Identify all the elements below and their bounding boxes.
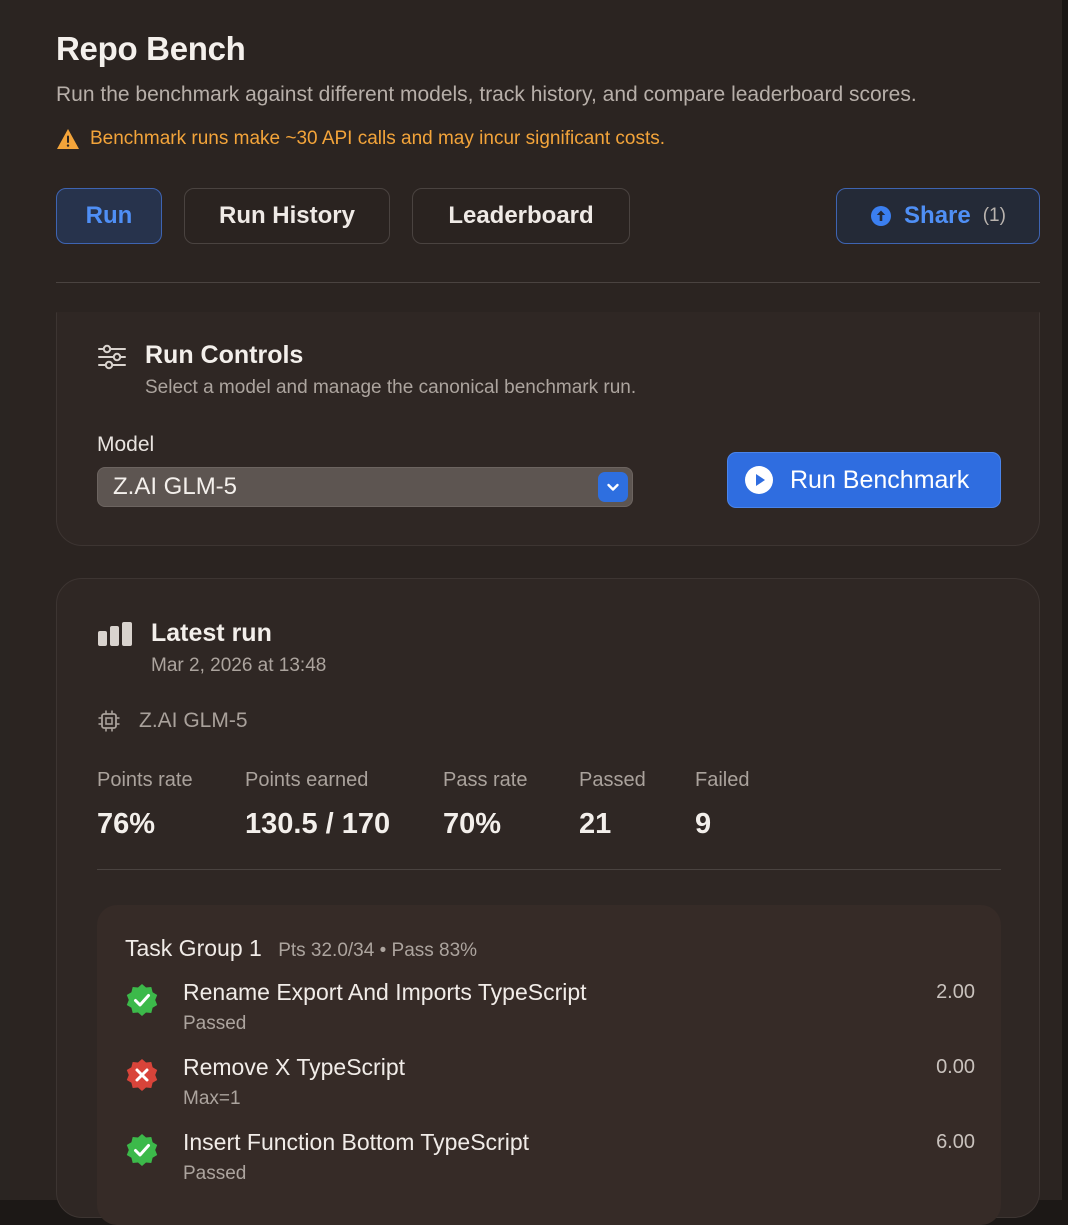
stat-passed: Passed 21 xyxy=(579,769,646,841)
page-subtitle: Run the benchmark against different mode… xyxy=(56,83,917,106)
run-controls-title: Run Controls xyxy=(145,341,304,369)
task-row[interactable]: Remove X TypeScript Max=1 0.00 xyxy=(125,1054,975,1124)
stat-label: Pass rate xyxy=(443,769,528,791)
arrow-up-circle-icon xyxy=(871,206,892,226)
run-benchmark-button[interactable]: Run Benchmark xyxy=(727,452,1001,508)
stat-failed: Failed 9 xyxy=(695,769,749,841)
task-name: Rename Export And Imports TypeScript xyxy=(183,979,587,1005)
tab-run[interactable]: Run xyxy=(56,188,162,244)
task-status: Max=1 xyxy=(183,1088,241,1109)
check-badge-icon xyxy=(126,1134,158,1166)
stat-pass-rate: Pass rate 70% xyxy=(443,769,527,841)
task-name: Remove X TypeScript xyxy=(183,1054,406,1080)
model-select-value: Z.AI GLM-5 xyxy=(113,473,238,500)
share-count: (1) xyxy=(982,205,1006,226)
task-score: 0.00 xyxy=(936,1056,975,1078)
stat-points-rate: Points rate 76% xyxy=(97,769,193,841)
task-group-card: Task Group 1 Pts 32.0/34 • Pass 83% Rena… xyxy=(97,905,1001,1225)
stat-label: Passed xyxy=(579,769,646,791)
page-title: Repo Bench xyxy=(56,30,246,67)
task-status: Passed xyxy=(183,1013,247,1034)
task-score: 2.00 xyxy=(936,981,975,1003)
task-row[interactable]: Insert Function Bottom TypeScript Passed… xyxy=(125,1129,975,1199)
latest-run-model-name: Z.AI GLM-5 xyxy=(139,709,248,732)
cost-warning: Benchmark runs make ~30 API calls and ma… xyxy=(56,128,665,150)
warning-text: Benchmark runs make ~30 API calls and ma… xyxy=(90,128,666,149)
chevron-down-icon xyxy=(598,472,628,502)
stat-value: 130.5 / 170 xyxy=(245,808,391,840)
share-button[interactable]: Share (1) xyxy=(836,188,1040,244)
stat-points-earned: Points earned 130.5 / 170 xyxy=(245,769,390,841)
stat-label: Points earned xyxy=(245,769,369,791)
task-status: Passed xyxy=(183,1163,247,1184)
latest-run-card: Latest run Mar 2, 2026 at 13:48 Z.AI GLM… xyxy=(56,578,1040,1225)
task-group-meta: Pts 32.0/34 • Pass 83% xyxy=(278,940,478,961)
stat-value: 21 xyxy=(579,808,612,840)
model-select[interactable]: Z.AI GLM-5 xyxy=(97,467,633,507)
header-divider xyxy=(56,282,1040,283)
sliders-icon xyxy=(98,344,126,370)
task-group-title: Task Group 1 Pts 32.0/34 • Pass 83% xyxy=(125,935,477,962)
x-badge-icon xyxy=(126,1059,158,1091)
check-badge-icon xyxy=(126,984,158,1016)
task-group-name: Task Group 1 xyxy=(125,935,262,961)
stat-label: Failed xyxy=(695,769,750,791)
right-rail xyxy=(1062,0,1068,1200)
play-circle-icon xyxy=(745,466,773,494)
task-name: Insert Function Bottom TypeScript xyxy=(183,1129,530,1155)
share-label: Share xyxy=(904,202,971,229)
stat-value: 76% xyxy=(97,808,156,840)
bar-chart-icon xyxy=(98,622,132,646)
left-rail xyxy=(0,0,10,1200)
model-label: Model xyxy=(97,433,155,456)
run-controls-subtitle: Select a model and manage the canonical … xyxy=(145,377,637,398)
run-controls-card: Run Controls Select a model and manage t… xyxy=(56,312,1040,546)
latest-run-title: Latest run xyxy=(151,619,272,647)
latest-run-model: Z.AI GLM-5 xyxy=(97,709,248,733)
tab-leaderboard[interactable]: Leaderboard xyxy=(412,188,630,244)
stats-divider xyxy=(97,869,1001,870)
cpu-chip-icon xyxy=(98,710,120,732)
task-row[interactable]: Rename Export And Imports TypeScript Pas… xyxy=(125,979,975,1049)
warning-triangle-icon xyxy=(57,129,79,149)
task-score: 6.00 xyxy=(936,1131,975,1153)
stat-label: Points rate xyxy=(97,769,193,791)
tab-bar: Run Run History Leaderboard Share (1) xyxy=(56,188,1042,246)
tab-run-history[interactable]: Run History xyxy=(184,188,390,244)
stat-value: 9 xyxy=(695,808,712,840)
run-benchmark-label: Run Benchmark xyxy=(790,465,970,494)
repo-bench-window: Repo Bench Run the benchmark against dif… xyxy=(10,0,1062,1225)
latest-run-timestamp: Mar 2, 2026 at 13:48 xyxy=(151,655,327,676)
stat-value: 70% xyxy=(443,808,502,840)
